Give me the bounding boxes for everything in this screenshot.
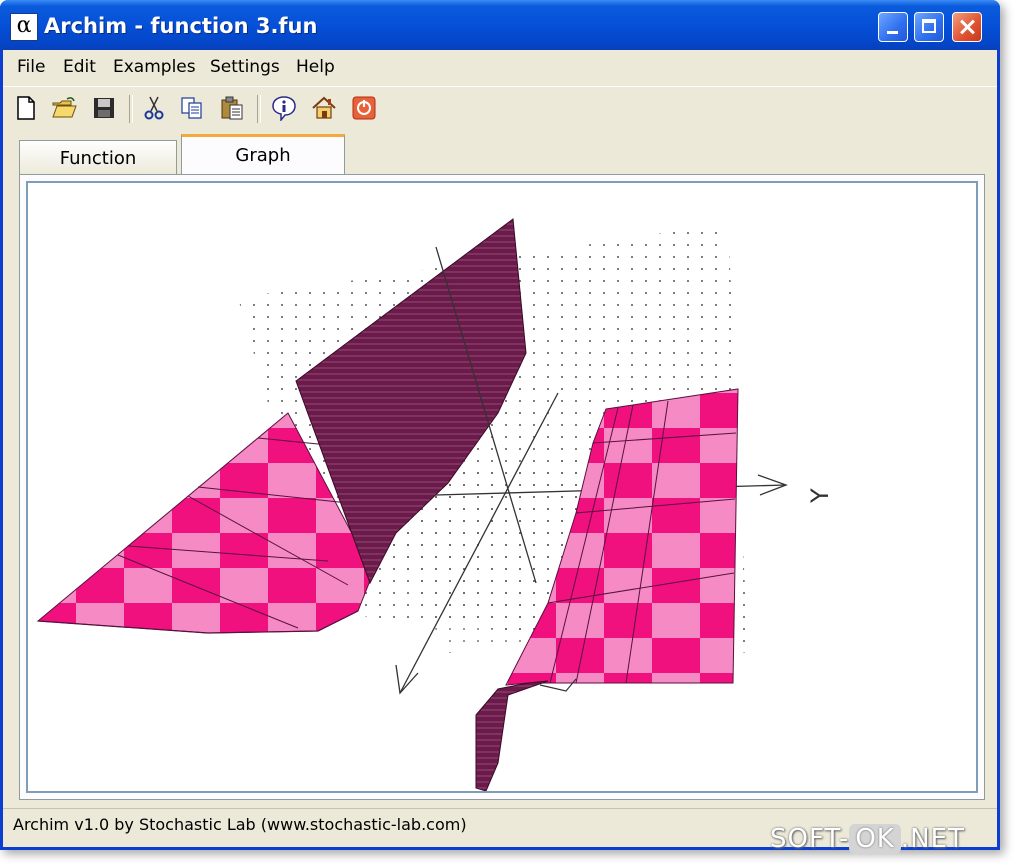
app-alpha-icon[interactable]: α bbox=[10, 13, 38, 41]
paste-icon[interactable] bbox=[219, 95, 245, 121]
copy-icon[interactable] bbox=[179, 95, 205, 121]
menu-bar: File Edit Examples Settings Help bbox=[3, 50, 997, 84]
axis-label: Y bbox=[806, 488, 834, 504]
toolbar bbox=[3, 86, 997, 129]
menu-settings[interactable]: Settings bbox=[210, 57, 280, 77]
app-window: α Archim - function 3.fun File Edit Exam… bbox=[0, 0, 1000, 850]
menu-edit[interactable]: Edit bbox=[63, 57, 96, 77]
cut-icon[interactable] bbox=[141, 95, 167, 121]
title-bar[interactable]: α Archim - function 3.fun bbox=[0, 0, 1000, 50]
home-icon[interactable] bbox=[311, 95, 337, 121]
tab-graph[interactable]: Graph bbox=[181, 134, 345, 176]
maximize-button[interactable] bbox=[914, 12, 944, 42]
toolbar-separator bbox=[257, 95, 261, 123]
watermark-ok: OK bbox=[849, 824, 901, 854]
surface-plot: Y bbox=[36, 218, 834, 791]
save-disk-icon[interactable] bbox=[91, 95, 117, 121]
watermark-left: SOFT- bbox=[770, 824, 850, 854]
toolbar-separator bbox=[129, 95, 133, 123]
status-text: Archim v1.0 by Stochastic Lab (www.stoch… bbox=[13, 815, 467, 834]
open-folder-icon[interactable] bbox=[51, 95, 77, 121]
tab-function[interactable]: Function bbox=[19, 140, 177, 176]
menu-examples[interactable]: Examples bbox=[113, 57, 196, 77]
new-file-icon[interactable] bbox=[13, 95, 39, 121]
window-title: Archim - function 3.fun bbox=[44, 14, 318, 38]
menu-file[interactable]: File bbox=[17, 57, 45, 77]
stop-icon[interactable] bbox=[351, 95, 377, 121]
menu-help[interactable]: Help bbox=[296, 57, 335, 77]
graph-panel: Y bbox=[19, 174, 985, 800]
info-icon[interactable] bbox=[271, 95, 297, 121]
dark-lower-fold bbox=[475, 680, 549, 791]
watermark: SOFT- OK .NET bbox=[770, 824, 965, 860]
watermark-right: .NET bbox=[900, 824, 965, 854]
close-button[interactable] bbox=[952, 12, 982, 42]
minimize-button[interactable] bbox=[878, 12, 908, 42]
graph-canvas[interactable]: Y bbox=[26, 181, 978, 793]
